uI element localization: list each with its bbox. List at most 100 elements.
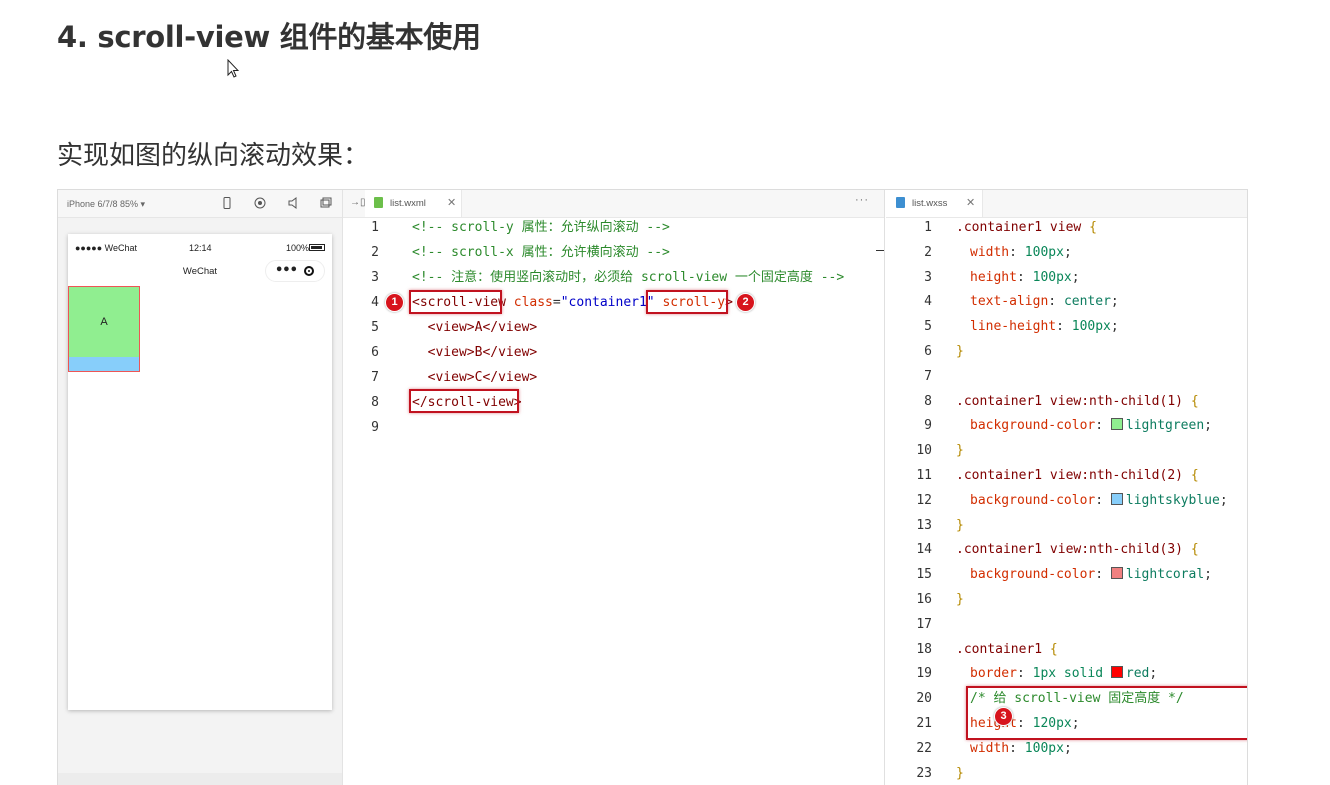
line-number: 17 — [916, 616, 932, 632]
line-number: 11 — [916, 468, 932, 483]
code-token: <view>A</view> — [412, 320, 538, 335]
more-icon[interactable]: ··· — [855, 194, 869, 206]
value-token: 100px — [1071, 319, 1111, 335]
value-token: 100px — [1024, 244, 1064, 260]
code-text: } — [956, 513, 964, 538]
wxss-editor: list.wxss ✕ 1 .container1 view {2 width: 1… — [886, 190, 1247, 785]
code-text: .container1 view { — [956, 215, 1097, 240]
brace-token: } — [956, 592, 964, 607]
tab-list-wxml[interactable]: list.wxml ✕ — [365, 190, 462, 217]
close-icon[interactable]: ✕ — [447, 196, 456, 209]
color-swatch-icon[interactable] — [1110, 418, 1123, 431]
code-token: <!-- 注意：使用竖向滚动时，必须给 scroll-view 一个固定高度 -… — [412, 270, 845, 285]
semicolon-token: ; — [1063, 740, 1072, 756]
color-swatch-icon[interactable] — [1110, 567, 1123, 580]
value-token: lightgreen — [1125, 418, 1205, 434]
simulator-status-bar — [58, 773, 342, 785]
semicolon-token: ; — [1063, 244, 1072, 260]
code-line: 16} — [886, 587, 1247, 612]
brace-token: { — [1049, 641, 1058, 657]
code-text: } — [956, 587, 964, 612]
line-number: 9 — [924, 418, 932, 434]
line-number: 4 — [371, 295, 379, 310]
view-a: A — [69, 287, 139, 357]
string-token: "container1" — [560, 295, 655, 310]
code-text: <view>A</view> — [412, 315, 538, 340]
close-icon[interactable]: ✕ — [966, 196, 975, 209]
code-line: 2 <!-- scroll-x 属性：允许横向滚动 --> — [343, 240, 884, 265]
code-line: 19 border: 1px solid red; — [886, 661, 1247, 686]
view-b — [69, 357, 139, 371]
value-token: 1px solid — [1032, 666, 1111, 682]
device-selector[interactable]: iPhone 6/7/8 85% ▾ — [67, 199, 145, 210]
colon-token: : — [1056, 319, 1072, 335]
code-line: 9 background-color: lightgreen; — [886, 413, 1247, 438]
section-subheading: 实现如图的纵向滚动效果： — [57, 141, 370, 171]
brace-token: } — [956, 344, 964, 359]
line-number: 6 — [371, 345, 379, 360]
more-icon[interactable]: ••• — [275, 263, 298, 278]
attr-token: class — [505, 295, 553, 310]
close-target-icon[interactable] — [304, 266, 314, 276]
colon-token: : — [1095, 567, 1111, 583]
selector-token: .container1 — [956, 641, 1050, 657]
colon-token: : — [1009, 244, 1025, 260]
code-line: 13} — [886, 513, 1247, 538]
code-text: .container1 { — [956, 637, 1058, 662]
code-text: width: 100px; — [970, 240, 1072, 265]
speaker-icon[interactable] — [286, 196, 300, 210]
code-line: 14 .container1 view:nth-child(3) { — [886, 537, 1247, 562]
code-line: 15 background-color: lightcoral; — [886, 562, 1247, 587]
highlight-scroll-y — [646, 290, 728, 314]
property-token: border — [970, 666, 1017, 682]
code-line: 7 <view>C</view> — [343, 365, 884, 390]
code-line: 5 line-height: 100px; — [886, 314, 1247, 339]
css-file-icon — [896, 197, 905, 208]
line-number: 9 — [371, 420, 379, 435]
code-line: 6} — [886, 339, 1247, 364]
devtools-screenshot: iPhone 6/7/8 85% ▾ ●●●●● WeChat 12:14 10… — [57, 189, 1248, 785]
code-line: 7 — [886, 364, 1247, 389]
code-token: <!-- scroll-x 属性：允许横向滚动 --> — [412, 245, 670, 260]
menu-capsule[interactable]: ••• — [265, 260, 325, 282]
battery-percent: 100% — [286, 243, 310, 253]
phone-screen: ●●●●● WeChat 12:14 100% WeChat ••• A — [68, 234, 332, 710]
badge-3: 3 — [994, 707, 1013, 726]
scroll-view-preview[interactable]: A — [68, 286, 140, 372]
color-swatch-icon[interactable] — [1110, 666, 1123, 679]
line-number: 6 — [924, 344, 932, 359]
line-number: 5 — [371, 320, 379, 335]
code-line: 5 <view>A</view> — [343, 315, 884, 340]
code-line: 23} — [886, 761, 1247, 785]
highlight-scroll-view-open — [409, 290, 502, 314]
wxml-editor: →▯ list.wxml ✕ ··· 1 <!-- scroll-y 属性：允许纵… — [343, 190, 885, 785]
badge-1: 1 — [385, 293, 404, 312]
windows-icon[interactable] — [319, 196, 333, 210]
split-icon[interactable]: →▯ — [350, 197, 366, 208]
code-line: 1 .container1 view { — [886, 215, 1247, 240]
code-text: .container1 view:nth-child(1) { — [956, 389, 1199, 414]
property-token: line-height — [970, 319, 1057, 335]
phone-icon[interactable] — [220, 196, 234, 210]
selector-token: .container1 view:nth-child(3) — [956, 542, 1191, 558]
line-number: 1 — [924, 220, 932, 235]
code-text: background-color: lightcoral; — [970, 562, 1212, 587]
line-number: 8 — [371, 395, 379, 410]
code-token: <!-- scroll-y 属性：允许纵向滚动 --> — [412, 220, 670, 235]
code-text: height: 100px; — [970, 265, 1080, 290]
color-swatch-icon[interactable] — [1110, 492, 1123, 505]
wxss-tabbar: list.wxss ✕ — [886, 190, 1247, 218]
tab-list-wxss[interactable]: list.wxss ✕ — [886, 190, 983, 217]
tab-label: list.wxss — [912, 198, 948, 209]
line-number: 12 — [916, 492, 932, 508]
code-line: 3 <!-- 注意：使用竖向滚动时，必须给 scroll-view 一个固定高度 … — [343, 265, 884, 290]
property-token: background-color — [970, 418, 1096, 434]
line-number: 23 — [916, 765, 932, 781]
line-number: 8 — [924, 393, 932, 409]
selector-token: .container1 view:nth-child(2) — [956, 468, 1191, 483]
code-line: 18 .container1 { — [886, 637, 1247, 662]
selector-token: .container1 view:nth-child(1) — [956, 393, 1191, 409]
record-icon[interactable] — [253, 196, 267, 210]
brace-token: { — [1190, 542, 1199, 558]
code-line: 2 width: 100px; — [886, 240, 1247, 265]
